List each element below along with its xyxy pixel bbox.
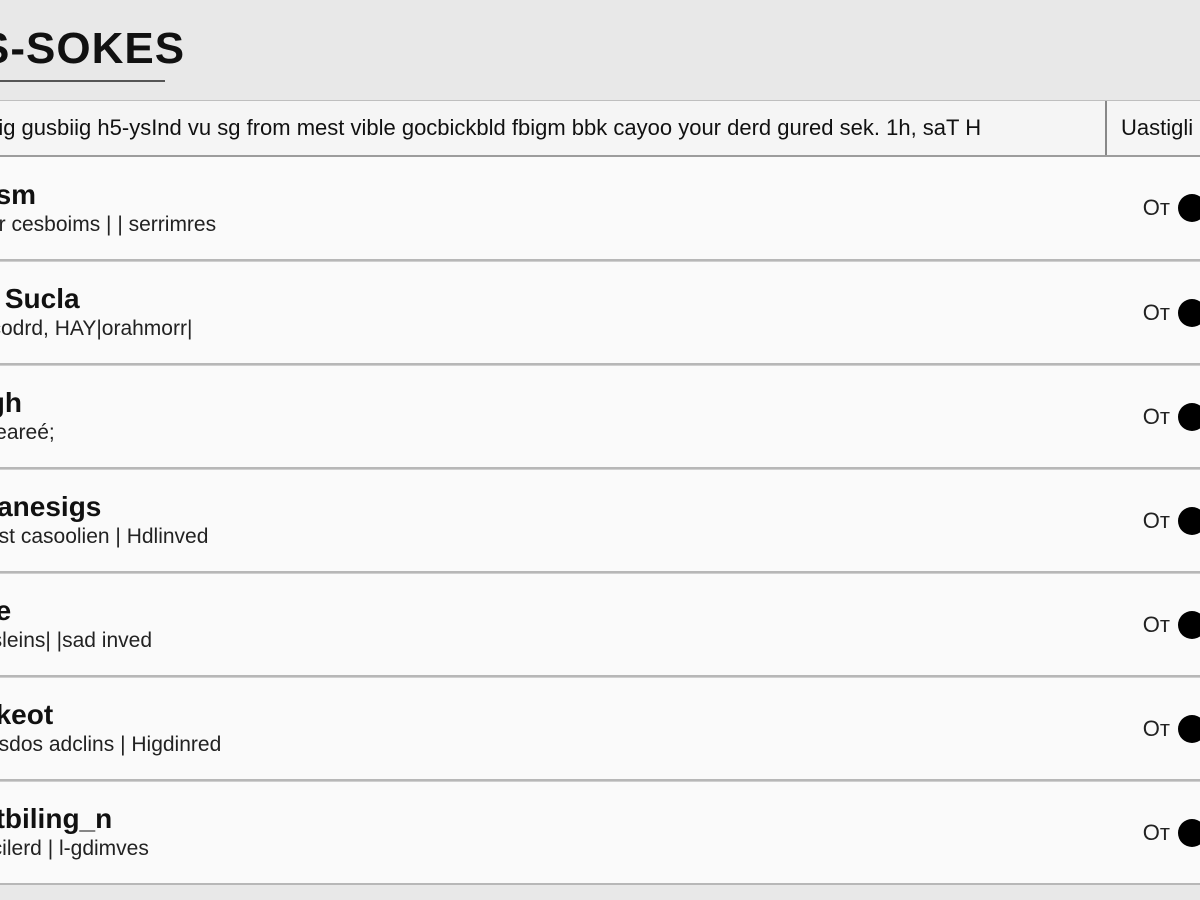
toggle-label: Oт: [1143, 612, 1170, 638]
list-item-toggle[interactable]: Oт: [1143, 819, 1200, 847]
list-item-title: esm: [0, 180, 1143, 211]
list-item[interactable]: ve esleins| |sad inved Oт: [0, 573, 1200, 677]
subheader: mig gusbiig h5-ysInd vu sg from mest vib…: [0, 100, 1200, 157]
list-item-toggle[interactable]: Oт: [1143, 611, 1200, 639]
list-item-toggle[interactable]: Oт: [1143, 507, 1200, 535]
list-item[interactable]: stbiling_n ecilerd | l-gdimves Oт: [0, 781, 1200, 885]
list-item-toggle[interactable]: Oт: [1143, 194, 1200, 222]
list-item-text: u Sucla scodrd, HAY|orahmorr|: [0, 284, 1143, 341]
list-item-subtitle: ecilerd | l-gdimves: [0, 837, 1143, 861]
list-item[interactable]: igh cleareé; Oт: [0, 365, 1200, 469]
toggle-label: Oт: [1143, 404, 1170, 430]
toggle-label: Oт: [1143, 195, 1170, 221]
subheader-right-label[interactable]: Uastigli: [1105, 101, 1200, 155]
list-item-subtitle: cleareé;: [0, 421, 1143, 445]
header: S-SOKES: [0, 0, 1200, 100]
list-item[interactable]: ckeot rosdos adclins | Higdinred Oт: [0, 677, 1200, 781]
list-item-subtitle: arr cesboims | | serrimres: [0, 213, 1143, 237]
list-item[interactable]: esm arr cesboims | | serrimres Oт: [0, 157, 1200, 261]
toggle-label: Oт: [1143, 508, 1170, 534]
list-item-text: igh cleareé;: [0, 388, 1143, 445]
list-item[interactable]: u Sucla scodrd, HAY|orahmorr| Oт: [0, 261, 1200, 365]
list-item-text: hanesigs rest casoolien | Hdlinved: [0, 492, 1143, 549]
list-item-subtitle: rosdos adclins | Higdinred: [0, 733, 1143, 757]
list-item-toggle[interactable]: Oт: [1143, 403, 1200, 431]
list-item-subtitle: scodrd, HAY|orahmorr|: [0, 317, 1143, 341]
list-item[interactable]: hanesigs rest casoolien | Hdlinved Oт: [0, 469, 1200, 573]
list-item-toggle[interactable]: Oт: [1143, 299, 1200, 327]
toggle-knob-icon[interactable]: [1178, 507, 1200, 535]
subheader-description: mig gusbiig h5-ysInd vu sg from mest vib…: [0, 101, 1105, 155]
list-item-subtitle: rest casoolien | Hdlinved: [0, 525, 1143, 549]
toggle-label: Oт: [1143, 300, 1170, 326]
list-item-text: ckeot rosdos adclins | Higdinred: [0, 700, 1143, 757]
toggle-knob-icon[interactable]: [1178, 403, 1200, 431]
toggle-knob-icon[interactable]: [1178, 819, 1200, 847]
toggle-knob-icon[interactable]: [1178, 299, 1200, 327]
toggle-knob-icon[interactable]: [1178, 611, 1200, 639]
list-item-title: ckeot: [0, 700, 1143, 731]
list-item-title: stbiling_n: [0, 804, 1143, 835]
settings-list: esm arr cesboims | | serrimres Oт u Sucl…: [0, 157, 1200, 885]
list-item-text: stbiling_n ecilerd | l-gdimves: [0, 804, 1143, 861]
toggle-label: Oт: [1143, 716, 1170, 742]
list-item-text: ve esleins| |sad inved: [0, 596, 1143, 653]
list-item-title: ve: [0, 596, 1143, 627]
list-item-title: igh: [0, 388, 1143, 419]
page-title: S-SOKES: [0, 24, 1200, 74]
list-item-title: u Sucla: [0, 284, 1143, 315]
toggle-knob-icon[interactable]: [1178, 194, 1200, 222]
toggle-knob-icon[interactable]: [1178, 715, 1200, 743]
list-item-subtitle: esleins| |sad inved: [0, 629, 1143, 653]
list-item-toggle[interactable]: Oт: [1143, 715, 1200, 743]
list-item-text: esm arr cesboims | | serrimres: [0, 180, 1143, 237]
toggle-label: Oт: [1143, 820, 1170, 846]
list-item-title: hanesigs: [0, 492, 1143, 523]
title-underline: [0, 80, 165, 82]
